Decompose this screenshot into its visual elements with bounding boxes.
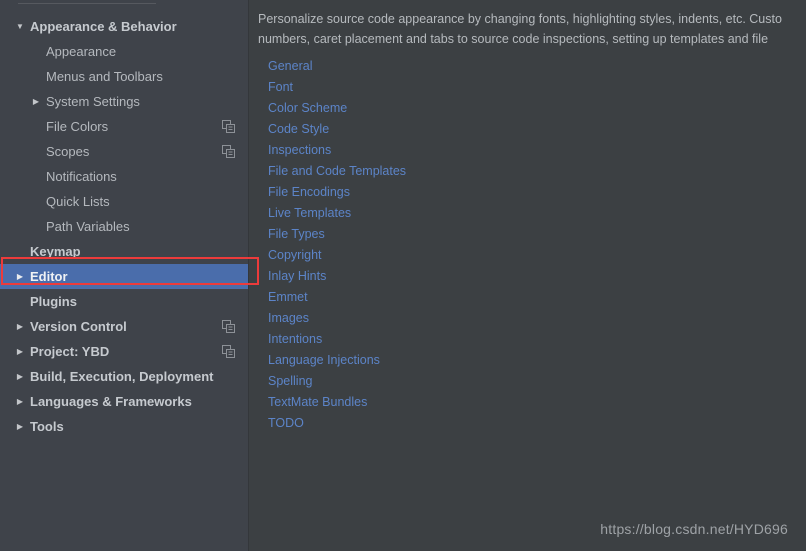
settings-dialog: ▼ Appearance & Behavior Appearance Menus an…: [0, 0, 806, 551]
sidebar-item-notifications[interactable]: Notifications: [0, 164, 249, 189]
chevron-right-icon[interactable]: ▶: [14, 414, 26, 439]
sidebar-item-label: Tools: [30, 419, 64, 434]
sidebar-item-label: Keymap: [30, 244, 81, 259]
link-todo[interactable]: TODO: [268, 413, 406, 434]
chevron-right-icon[interactable]: ▶: [14, 339, 26, 364]
editor-description-line-2: numbers, caret placement and tabs to sou…: [258, 32, 769, 46]
sidebar-item-label: Plugins: [30, 294, 77, 309]
sidebar-item-plugins[interactable]: Plugins: [0, 289, 249, 314]
link-textmate-bundles[interactable]: TextMate Bundles: [268, 392, 406, 413]
link-general[interactable]: General: [268, 56, 406, 77]
link-intentions[interactable]: Intentions: [268, 329, 406, 350]
chevron-right-icon[interactable]: ▶: [30, 89, 42, 114]
editor-subsection-link-list[interactable]: General Font Color Scheme Code Style Inspect…: [268, 56, 406, 434]
copy-icon[interactable]: [222, 145, 235, 158]
editor-description-line-1: Personalize source code appearance by ch…: [258, 12, 782, 26]
link-file-and-code-templates[interactable]: File and Code Templates: [268, 161, 406, 182]
chevron-right-icon[interactable]: ▶: [14, 364, 26, 389]
copy-icon[interactable]: [222, 345, 235, 358]
link-inlay-hints[interactable]: Inlay Hints: [268, 266, 406, 287]
link-spelling[interactable]: Spelling: [268, 371, 406, 392]
link-color-scheme[interactable]: Color Scheme: [268, 98, 406, 119]
sidebar-item-editor[interactable]: ▶ Editor: [0, 264, 249, 289]
sidebar-item-appearance[interactable]: Appearance: [0, 39, 249, 64]
link-inspections[interactable]: Inspections: [268, 140, 406, 161]
settings-category-tree[interactable]: ▼ Appearance & Behavior Appearance Menus an…: [0, 14, 249, 439]
link-file-types[interactable]: File Types: [268, 224, 406, 245]
sidebar-item-keymap[interactable]: Keymap: [0, 239, 249, 264]
sidebar-item-label: Appearance: [46, 44, 117, 59]
copy-icon[interactable]: [222, 320, 235, 333]
sidebar-item-label: System Settings: [46, 94, 140, 109]
sidebar-item-label: Project: YBD: [30, 344, 110, 359]
sidebar-item-version-control[interactable]: ▶ Version Control: [0, 314, 249, 339]
sidebar-item-label: Notifications: [46, 169, 117, 184]
sidebar-item-tools[interactable]: ▶ Tools: [0, 414, 249, 439]
sidebar-item-languages-frameworks[interactable]: ▶ Languages & Frameworks: [0, 389, 249, 414]
link-live-templates[interactable]: Live Templates: [268, 203, 406, 224]
sidebar-item-label: Build, Execution, Deployment: [30, 369, 214, 384]
sidebar-item-label: Quick Lists: [46, 194, 110, 209]
sidebar-item-label: Scopes: [46, 144, 90, 159]
settings-category-sidebar: ▼ Appearance & Behavior Appearance Menus an…: [0, 0, 249, 551]
sidebar-item-label: Editor: [30, 269, 68, 284]
sidebar-item-project-ybd[interactable]: ▶ Project: YBD: [0, 339, 249, 364]
chevron-right-icon[interactable]: ▶: [14, 389, 26, 414]
sidebar-item-build-execution-deployment[interactable]: ▶ Build, Execution, Deployment: [0, 364, 249, 389]
link-copyright[interactable]: Copyright: [268, 245, 406, 266]
sidebar-item-path-variables[interactable]: Path Variables: [0, 214, 249, 239]
sidebar-item-label: Version Control: [30, 319, 127, 334]
sidebar-item-label: Languages & Frameworks: [30, 394, 192, 409]
chevron-down-icon[interactable]: ▼: [14, 14, 26, 39]
link-font[interactable]: Font: [268, 77, 406, 98]
sidebar-item-system-settings[interactable]: ▶ System Settings: [0, 89, 249, 114]
link-language-injections[interactable]: Language Injections: [268, 350, 406, 371]
editor-description: Personalize source code appearance by ch…: [258, 9, 806, 49]
settings-detail-panel: Personalize source code appearance by ch…: [249, 0, 806, 551]
sidebar-item-scopes[interactable]: Scopes: [0, 139, 249, 164]
sidebar-item-file-colors[interactable]: File Colors: [0, 114, 249, 139]
sidebar-item-quick-lists[interactable]: Quick Lists: [0, 189, 249, 214]
chevron-right-icon[interactable]: ▶: [14, 314, 26, 339]
watermark-url: https://blog.csdn.net/HYD696: [600, 521, 788, 537]
sidebar-item-label: File Colors: [46, 119, 109, 134]
copy-icon[interactable]: [222, 120, 235, 133]
sidebar-item-label: Menus and Toolbars: [46, 69, 163, 84]
sidebar-item-label: Appearance & Behavior: [30, 19, 177, 34]
sidebar-top-divider: [18, 3, 156, 4]
link-emmet[interactable]: Emmet: [268, 287, 406, 308]
link-code-style[interactable]: Code Style: [268, 119, 406, 140]
sidebar-item-appearance-behavior[interactable]: ▼ Appearance & Behavior: [0, 14, 249, 39]
sidebar-item-label: Path Variables: [46, 219, 130, 234]
link-images[interactable]: Images: [268, 308, 406, 329]
link-file-encodings[interactable]: File Encodings: [268, 182, 406, 203]
sidebar-item-menus-and-toolbars[interactable]: Menus and Toolbars: [0, 64, 249, 89]
chevron-right-icon[interactable]: ▶: [14, 264, 26, 289]
